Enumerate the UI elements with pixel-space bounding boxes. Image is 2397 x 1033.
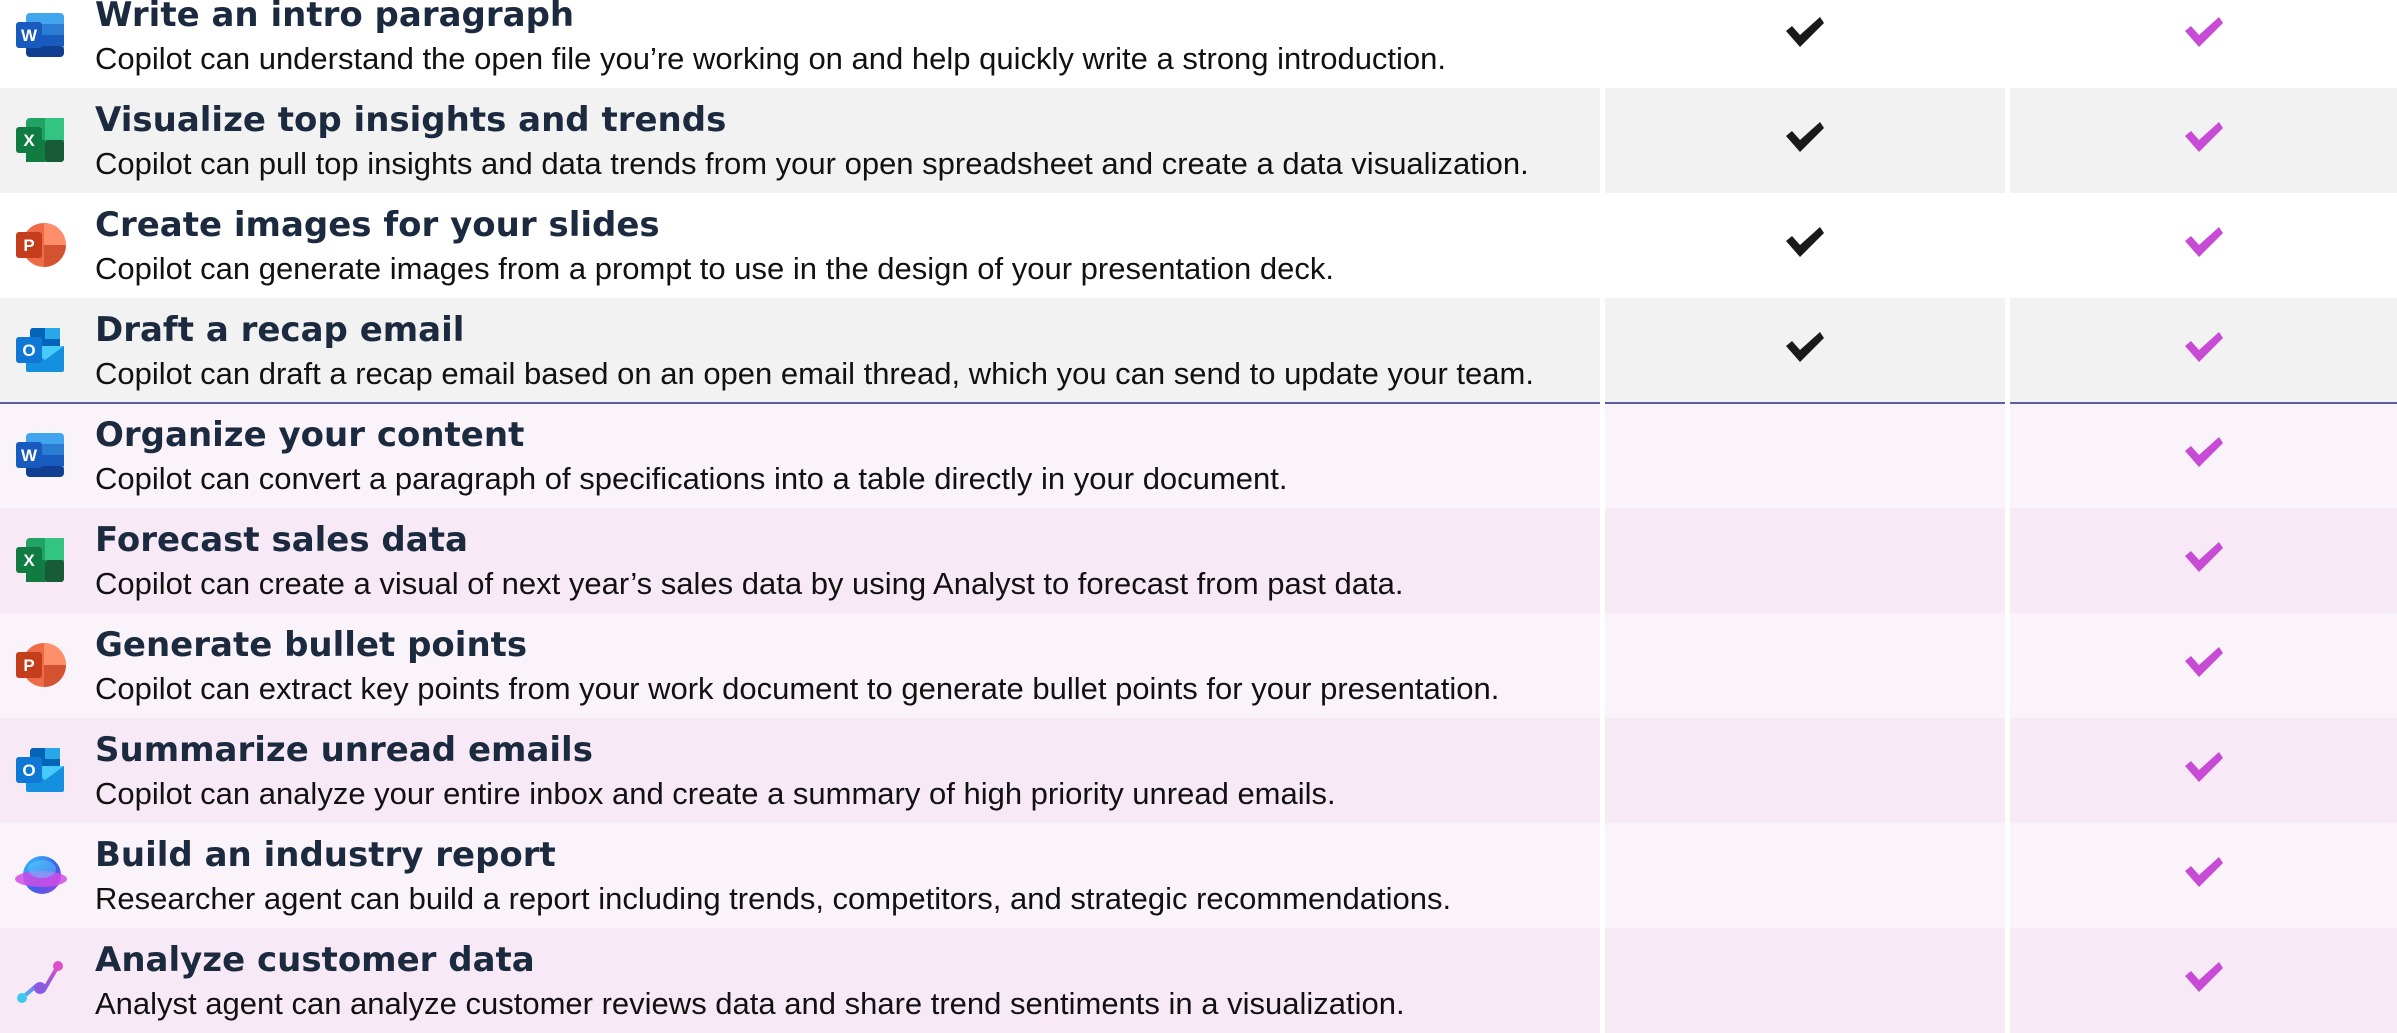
checkmark-icon [2183, 750, 2225, 791]
powerpoint-icon: P [12, 217, 68, 273]
svg-text:W: W [21, 26, 38, 45]
column-3-cell [2010, 0, 2397, 88]
column-3-cell [2010, 508, 2397, 613]
feature-description: Analyst agent can analyze customer revie… [95, 986, 1405, 1021]
feature-cell: O Summarize unread emails Copilot can an… [0, 718, 1600, 823]
feature-title: Create images for your slides [95, 205, 660, 245]
svg-text:O: O [22, 761, 35, 780]
excel-icon: X [12, 112, 68, 168]
feature-description: Copilot can analyze your entire inbox an… [95, 776, 1336, 811]
feature-description: Copilot can draft a recap email based on… [95, 356, 1534, 391]
table-row: Analyze customer data Analyst agent can … [0, 928, 2397, 1033]
svg-text:O: O [22, 341, 35, 360]
feature-title: Generate bullet points [95, 625, 528, 665]
column-3-cell [2010, 88, 2397, 193]
svg-text:W: W [21, 446, 38, 465]
feature-cell: X Visualize top insights and trends Copi… [0, 88, 1600, 193]
table-row: W Organize your content Copilot can conv… [0, 403, 2397, 508]
feature-description: Copilot can extract key points from your… [95, 671, 1500, 706]
checkmark-icon [2183, 330, 2225, 371]
word-icon: W [12, 7, 68, 63]
table-row: W Write an intro paragraph Copilot can u… [0, 0, 2397, 88]
feature-title: Draft a recap email [95, 310, 465, 350]
checkmark-icon [1784, 120, 1826, 161]
column-3-cell [2010, 928, 2397, 1033]
feature-cell: Build an industry report Researcher agen… [0, 823, 1600, 928]
feature-description: Researcher agent can build a report incl… [95, 881, 1452, 916]
researcher-agent-icon [12, 847, 68, 903]
powerpoint-icon: P [12, 637, 68, 693]
checkmark-icon [2183, 120, 2225, 161]
checkmark-icon [2183, 960, 2225, 1001]
feature-cell: P Generate bullet points Copilot can ext… [0, 613, 1600, 718]
feature-title: Analyze customer data [95, 940, 535, 980]
checkmark-icon [1784, 15, 1826, 56]
feature-title: Forecast sales data [95, 520, 468, 560]
feature-comparison-table: W Write an intro paragraph Copilot can u… [0, 0, 2397, 1033]
column-3-cell [2010, 718, 2397, 823]
feature-cell: P Create images for your slides Copilot … [0, 193, 1600, 298]
column-2-cell [1605, 718, 2005, 823]
feature-title: Build an industry report [95, 835, 556, 875]
column-2-cell [1605, 508, 2005, 613]
column-2-cell [1605, 403, 2005, 508]
checkmark-icon [2183, 15, 2225, 56]
table-row: O Draft a recap email Copilot can draft … [0, 298, 2397, 403]
svg-text:X: X [23, 131, 35, 150]
table-row: X Visualize top insights and trends Copi… [0, 88, 2397, 193]
feature-description: Copilot can generate images from a promp… [95, 251, 1334, 286]
feature-title: Organize your content [95, 415, 525, 455]
column-2-cell [1605, 298, 2005, 403]
feature-title: Write an intro paragraph [95, 0, 575, 35]
outlook-icon: O [12, 742, 68, 798]
checkmark-icon [1784, 225, 1826, 266]
feature-description: Copilot can pull top insights and data t… [95, 146, 1529, 181]
table-row: P Generate bullet points Copilot can ext… [0, 613, 2397, 718]
feature-cell: W Write an intro paragraph Copilot can u… [0, 0, 1600, 88]
feature-description: Copilot can convert a paragraph of speci… [95, 461, 1288, 496]
column-2-cell [1605, 0, 2005, 88]
column-3-cell [2010, 403, 2397, 508]
outlook-icon: O [12, 322, 68, 378]
feature-description: Copilot can create a visual of next year… [95, 566, 1404, 601]
analyst-agent-icon [12, 952, 68, 1008]
table-row: P Create images for your slides Copilot … [0, 193, 2397, 298]
svg-text:P: P [23, 236, 34, 255]
feature-title: Visualize top insights and trends [95, 100, 727, 140]
svg-text:P: P [23, 656, 34, 675]
checkmark-icon [1784, 330, 1826, 371]
svg-text:X: X [23, 551, 35, 570]
column-2-cell [1605, 928, 2005, 1033]
feature-cell: O Draft a recap email Copilot can draft … [0, 298, 1600, 403]
section-divider [0, 402, 2397, 404]
column-3-cell [2010, 298, 2397, 403]
checkmark-icon [2183, 435, 2225, 476]
feature-cell: X Forecast sales data Copilot can create… [0, 508, 1600, 613]
column-2-cell [1605, 613, 2005, 718]
table-row: O Summarize unread emails Copilot can an… [0, 718, 2397, 823]
column-3-cell [2010, 823, 2397, 928]
table-row: Build an industry report Researcher agen… [0, 823, 2397, 928]
checkmark-icon [2183, 225, 2225, 266]
feature-title: Summarize unread emails [95, 730, 593, 770]
column-2-cell [1605, 88, 2005, 193]
table-row: X Forecast sales data Copilot can create… [0, 508, 2397, 613]
checkmark-icon [2183, 645, 2225, 686]
excel-icon: X [12, 532, 68, 588]
column-3-cell [2010, 613, 2397, 718]
column-2-cell [1605, 193, 2005, 298]
checkmark-icon [2183, 540, 2225, 581]
feature-cell: Analyze customer data Analyst agent can … [0, 928, 1600, 1033]
feature-description: Copilot can understand the open file you… [95, 41, 1447, 76]
feature-cell: W Organize your content Copilot can conv… [0, 403, 1600, 508]
column-2-cell [1605, 823, 2005, 928]
word-icon: W [12, 427, 68, 483]
column-3-cell [2010, 193, 2397, 298]
checkmark-icon [2183, 855, 2225, 896]
